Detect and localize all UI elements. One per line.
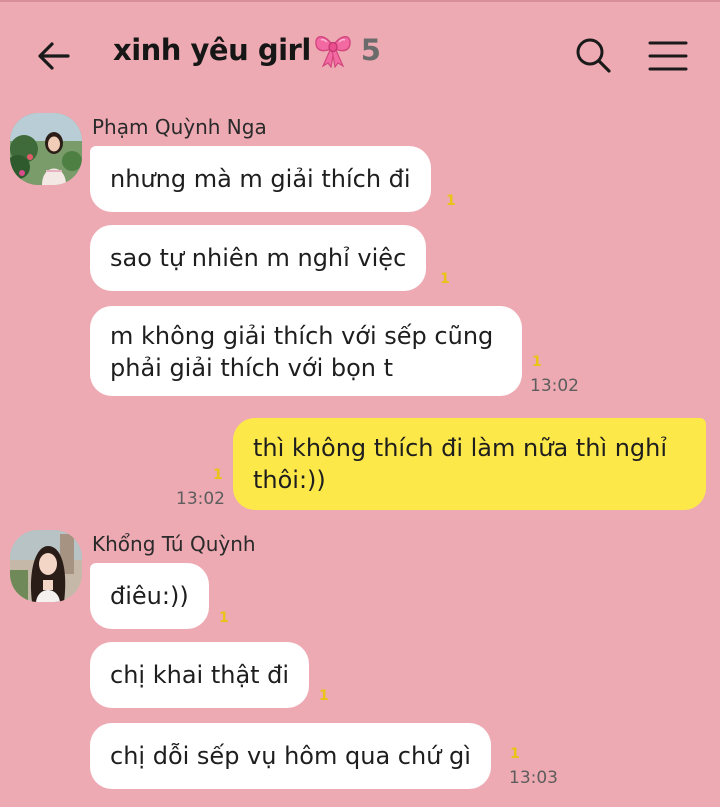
my-message-bubble[interactable]: thì không thích đi làm nữa thì nghỉ thôi… <box>233 418 706 510</box>
ribbon-bow-icon <box>313 32 353 69</box>
chat-title[interactable]: xinh yêu girl 5 <box>113 32 381 69</box>
back-button[interactable] <box>34 36 74 76</box>
unread-count: 1 <box>440 271 450 287</box>
message-bubble[interactable]: chị khai thật đi <box>90 642 310 708</box>
group-name: xinh yêu girl <box>113 33 311 67</box>
arrow-left-icon <box>38 42 70 70</box>
hamburger-menu-icon <box>648 41 688 71</box>
message-time: 13:02 <box>530 376 579 396</box>
message-text-line: thôi:)) <box>253 466 326 494</box>
member-count: 5 <box>360 33 381 67</box>
sender-name: Khổng Tú Quỳnh <box>92 532 256 556</box>
message-time: 13:03 <box>509 768 558 788</box>
search-button[interactable] <box>574 36 612 74</box>
message-text: điêu:)) <box>110 582 189 610</box>
message-text: nhưng mà m giải thích đi <box>110 165 411 193</box>
message-bubble[interactable]: m không giải thích với sếp cũng phải giả… <box>90 306 522 396</box>
unread-count: 1 <box>219 610 229 626</box>
avatar[interactable] <box>10 113 82 185</box>
unread-count: 1 <box>510 746 520 762</box>
unread-count: 1 <box>319 688 329 704</box>
message-time: 13:02 <box>176 489 225 509</box>
message-text-line: phải giải thích với bọn t <box>110 354 394 382</box>
avatar[interactable] <box>10 530 82 602</box>
message-text: sao tự nhiên m nghỉ việc <box>110 244 407 272</box>
unread-count: 1 <box>532 354 542 370</box>
sender-name: Phạm Quỳnh Nga <box>92 115 267 139</box>
search-icon <box>576 38 611 73</box>
unread-count: 1 <box>446 193 456 209</box>
message-text-line: m không giải thích với sếp cũng <box>110 322 494 350</box>
message-text: chị khai thật đi <box>110 661 290 689</box>
avatar-photo <box>10 113 82 185</box>
message-bubble[interactable]: nhưng mà m giải thích đi <box>90 146 431 212</box>
message-bubble[interactable]: điêu:)) <box>90 563 209 629</box>
message-text: chị dỗi sếp vụ hôm qua chứ gì <box>110 742 471 770</box>
unread-count: 1 <box>213 467 223 483</box>
avatar-photo <box>10 530 82 602</box>
message-bubble[interactable]: chị dỗi sếp vụ hôm qua chứ gì <box>90 723 491 789</box>
message-text-line: thì không thích đi làm nữa thì nghỉ <box>253 434 668 462</box>
message-bubble[interactable]: sao tự nhiên m nghỉ việc <box>90 225 427 291</box>
chat-header: xinh yêu girl 5 <box>0 2 720 102</box>
menu-button[interactable] <box>648 40 688 72</box>
